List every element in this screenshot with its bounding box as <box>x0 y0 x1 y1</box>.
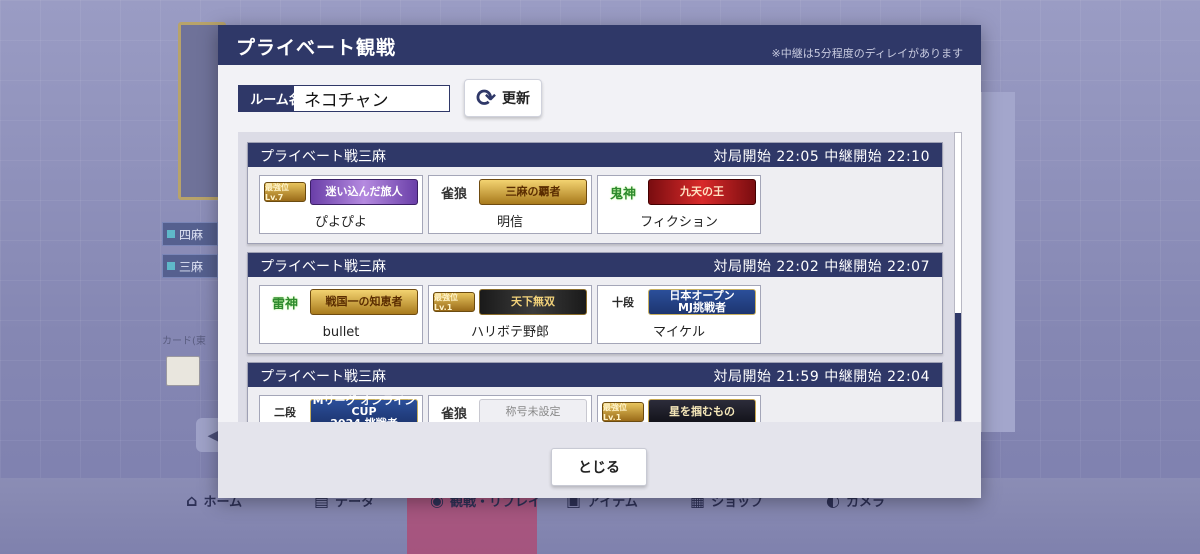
modal-title: プライベート観戦 <box>236 37 397 59</box>
player-name: 明信 <box>496 215 523 230</box>
player-card[interactable]: 雀狼 三麻の覇者 明信 <box>428 175 592 234</box>
player-card[interactable]: 雀狼 称号未設定 <box>428 395 592 422</box>
rank-badge: 鬼神 <box>609 186 636 202</box>
match-time: 対局開始 22:02 中継開始 22:07 <box>713 259 930 275</box>
title-plate: 称号未設定 <box>479 399 587 422</box>
player-card[interactable]: 最強位Lv.7 迷い込んだ旅人 ぴよぴよ <box>259 175 423 234</box>
match-header: プライベート戦三麻 対局開始 21:59 中継開始 22:04 <box>248 363 942 387</box>
bg-tab-label: 三麻 <box>179 259 204 274</box>
rank-badge: 二段 <box>274 406 296 419</box>
player-card[interactable]: 十段 日本オープン MJ挑戦者 マイケル <box>597 285 761 344</box>
player-name: マイケル <box>652 325 705 340</box>
match-name: プライベート戦三麻 <box>260 259 386 275</box>
player-name: bullet <box>322 325 360 340</box>
player-row: 雷神 戦国一の知恵者 bullet 最強位Lv.1 天下無双 ハリボテ野郎 十段… <box>259 285 761 344</box>
scrollbar-track <box>955 313 961 421</box>
scrollbar-thumb[interactable] <box>955 133 961 313</box>
bg-tab-marker-icon <box>167 230 175 238</box>
title-plate: 戦国一の知恵者 <box>310 289 418 315</box>
modal-footer: とじる <box>218 422 981 498</box>
close-button[interactable]: とじる <box>551 448 647 486</box>
modal-header: プライベート観戦 ※中継は5分程度のディレイがあります <box>218 25 981 65</box>
match-name: プライベート戦三麻 <box>260 369 386 385</box>
refresh-label: 更新 <box>502 91 531 107</box>
match-header: プライベート戦三麻 対局開始 22:05 中継開始 22:10 <box>248 143 942 167</box>
player-card[interactable]: 最強位Lv.1 天下無双 ハリボテ野郎 <box>428 285 592 344</box>
bg-card-icon <box>166 356 200 386</box>
bg-tab-4ma: 四麻 <box>162 222 218 246</box>
player-card[interactable]: 鬼神 九天の王 フィクション <box>597 175 761 234</box>
match-card[interactable]: プライベート戦三麻 対局開始 22:02 中継開始 22:07 雷神 戦国一の知… <box>247 252 943 354</box>
player-row: 最強位Lv.7 迷い込んだ旅人 ぴよぴよ 雀狼 三麻の覇者 明信 鬼神 九天の王… <box>259 175 761 234</box>
title-plate: 迷い込んだ旅人 <box>310 179 418 205</box>
home-icon: ⌂ <box>186 491 198 510</box>
match-header: プライベート戦三麻 対局開始 22:02 中継開始 22:07 <box>248 253 942 277</box>
private-spectate-modal: プライベート観戦 ※中継は5分程度のディレイがあります ルーム名 ⟳ 更新 プラ… <box>218 25 981 498</box>
player-card[interactable]: 二段 Mリーグ オンラインCUP 2024 挑戦者 <box>259 394 423 422</box>
title-plate: 三麻の覇者 <box>479 179 587 205</box>
refresh-button[interactable]: ⟳ 更新 <box>464 79 542 117</box>
rank-badge: 雀狼 <box>440 406 467 422</box>
player-row: 二段 Mリーグ オンラインCUP 2024 挑戦者 雀狼 称号未設定 最強位Lv… <box>259 394 761 422</box>
rank-badge: 最強位Lv.1 <box>602 402 644 422</box>
match-time: 対局開始 22:05 中継開始 22:10 <box>713 149 930 165</box>
title-plate: 九天の王 <box>648 179 756 205</box>
player-card[interactable]: 雷神 戦国一の知恵者 bullet <box>259 285 423 344</box>
title-plate: 日本オープン MJ挑戦者 <box>648 289 756 315</box>
rank-badge: 最強位Lv.1 <box>433 292 475 312</box>
match-list[interactable]: プライベート戦三麻 対局開始 22:05 中継開始 22:10 最強位Lv.7 … <box>238 132 954 422</box>
rank-badge: 雷神 <box>271 296 298 312</box>
bg-tab-label: 四麻 <box>179 227 204 242</box>
match-name: プライベート戦三麻 <box>260 149 386 165</box>
rank-badge: 十段 <box>612 296 634 309</box>
match-card[interactable]: プライベート戦三麻 対局開始 22:05 中継開始 22:10 最強位Lv.7 … <box>247 142 943 244</box>
title-plate: Mリーグ オンラインCUP 2024 挑戦者 <box>310 394 418 422</box>
player-name: ハリボテ野郎 <box>470 325 549 340</box>
bg-right-panel <box>981 92 1015 432</box>
rank-badge: 最強位Lv.7 <box>264 182 306 202</box>
bg-tab-marker-icon <box>167 262 175 270</box>
player-name: フィクション <box>640 215 718 230</box>
rank-badge: 雀狼 <box>440 186 467 202</box>
player-name: ぴよぴよ <box>314 215 367 230</box>
refresh-icon: ⟳ <box>475 84 497 112</box>
bg-tab-3ma: 三麻 <box>162 254 218 278</box>
room-name-input[interactable] <box>294 85 450 112</box>
match-card[interactable]: プライベート戦三麻 対局開始 21:59 中継開始 22:04 二段 Mリーグ … <box>247 362 943 422</box>
match-time: 対局開始 21:59 中継開始 22:04 <box>713 369 930 385</box>
title-plate: 天下無双 <box>479 289 587 315</box>
bg-card-label: カード(東 <box>162 336 206 347</box>
list-scrollbar[interactable] <box>954 132 962 422</box>
title-plate: 星を掴むもの <box>648 399 756 422</box>
player-card[interactable]: 最強位Lv.1 星を掴むもの <box>597 395 761 422</box>
delay-note: ※中継は5分程度のディレイがあります <box>771 47 963 60</box>
